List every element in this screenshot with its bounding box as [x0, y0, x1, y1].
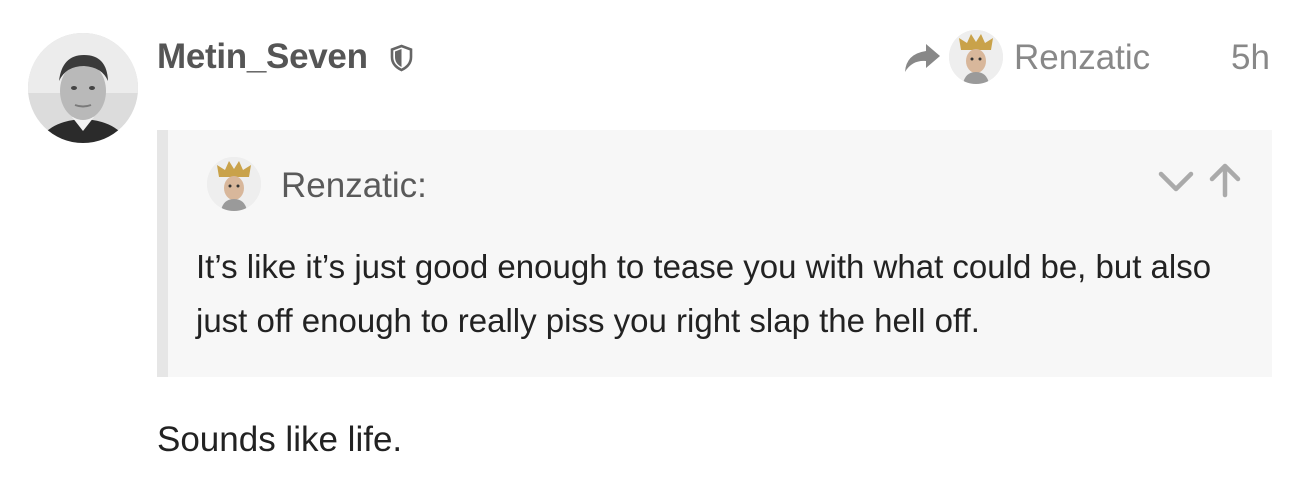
quote-text: It’s like it’s just good enough to tease… — [196, 248, 1212, 339]
arrow-up-icon[interactable] — [1205, 162, 1245, 198]
post-date[interactable]: 5h — [1231, 37, 1270, 79]
reply-to-avatar[interactable] — [949, 30, 1003, 84]
post: Metin_Seven Renzatic 5h Renzatic: It’s l… — [0, 0, 1306, 502]
reply-arrow-icon[interactable] — [902, 41, 942, 75]
reply-to-username[interactable]: Renzatic — [1014, 37, 1150, 79]
author-avatar[interactable] — [28, 33, 138, 143]
username[interactable]: Metin_Seven — [157, 36, 368, 78]
post-body: Sounds like life. — [157, 420, 403, 459]
quote-block: Renzatic: It’s like it’s just good enoug… — [157, 130, 1272, 377]
shield-icon — [389, 44, 414, 72]
quote-author-avatar[interactable] — [207, 157, 261, 211]
quote-author: Renzatic: — [281, 166, 427, 205]
chevron-down-icon[interactable] — [1158, 166, 1194, 196]
